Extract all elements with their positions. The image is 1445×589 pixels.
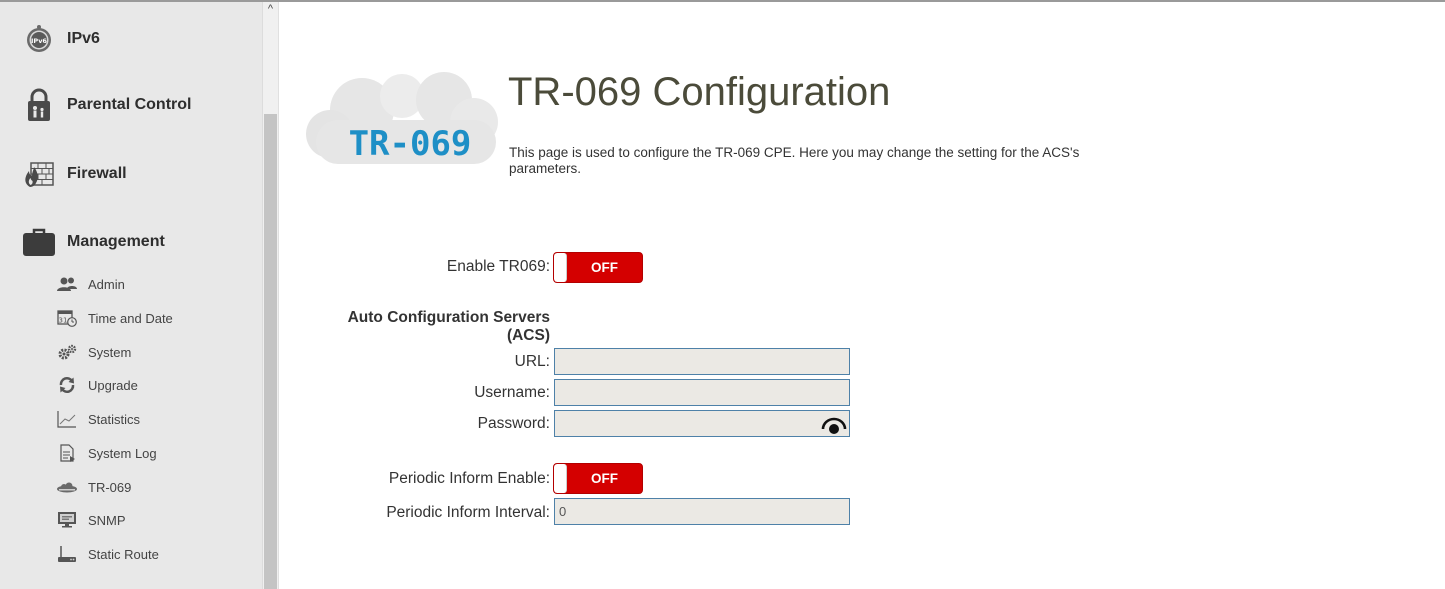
- sidebar-section-label: Firewall: [67, 165, 127, 182]
- sidebar-section-label: Parental Control: [67, 96, 192, 113]
- username-input[interactable]: [554, 379, 850, 406]
- sidebar-item-label: System: [88, 344, 132, 360]
- sidebar-item-time-and-date[interactable]: 31 Time and Date: [56, 307, 173, 329]
- toggle-knob: [554, 253, 567, 282]
- scroll-up-arrow-icon[interactable]: ^: [263, 2, 278, 16]
- svg-text:31: 31: [59, 317, 68, 325]
- toggle-knob: [554, 464, 567, 493]
- enable-tr069-label: Enable TR069:: [446, 258, 550, 275]
- users-icon: [56, 274, 78, 294]
- acs-heading-line1: Auto Configuration Servers: [347, 309, 550, 326]
- password-input[interactable]: [554, 410, 850, 437]
- sidebar-section-firewall[interactable]: Firewall: [22, 157, 127, 191]
- svg-text:IPv6: IPv6: [31, 37, 47, 45]
- tr-069-cloud-logo: TR-069: [306, 72, 498, 164]
- sidebar-section-parental-control[interactable]: Parental Control: [22, 88, 191, 122]
- periodic-inform-enable-label: Periodic Inform Enable:: [388, 470, 550, 487]
- sidebar-item-label: Statistics: [88, 411, 141, 427]
- password-label: Password:: [477, 415, 550, 432]
- sidebar-item-admin[interactable]: Admin: [56, 273, 125, 295]
- gears-icon: [56, 342, 78, 362]
- router-icon: [56, 544, 78, 564]
- enable-tr069-toggle[interactable]: OFF: [553, 252, 643, 283]
- line-chart-icon: [56, 409, 78, 429]
- toggle-state: OFF: [591, 471, 618, 486]
- sidebar-section-ipv6[interactable]: IPv6 IPv6: [22, 22, 100, 56]
- logo-text: TR-069: [349, 124, 472, 164]
- firewall-icon: [22, 157, 56, 191]
- sidebar-section-label: Management: [67, 233, 165, 250]
- cloud-icon: [56, 477, 78, 497]
- ipv6-globe-icon: IPv6: [22, 22, 56, 56]
- sidebar-item-static-route[interactable]: Static Route: [56, 543, 159, 565]
- sidebar-item-snmp[interactable]: SNMP: [56, 509, 126, 531]
- sidebar-item-system-log[interactable]: System Log: [56, 442, 157, 464]
- sidebar-item-label: TR-069: [88, 479, 132, 495]
- sidebar-item-upgrade[interactable]: Upgrade: [56, 374, 138, 396]
- sidebar-item-label: System Log: [88, 445, 157, 461]
- eye-icon[interactable]: [821, 414, 847, 434]
- sidebar-item-tr-069[interactable]: TR-069: [56, 476, 131, 498]
- sidebar-section-label: IPv6: [67, 30, 100, 47]
- sidebar-item-label: Upgrade: [88, 377, 138, 393]
- content-divider: [278, 2, 279, 589]
- periodic-inform-interval-label: Periodic Inform Interval:: [386, 504, 550, 521]
- sidebar-item-label: Time and Date: [88, 310, 173, 326]
- url-input[interactable]: [554, 348, 850, 375]
- sidebar-section-management[interactable]: Management: [22, 225, 165, 259]
- page-description: This page is used to configure the TR-06…: [509, 145, 1080, 176]
- username-label: Username:: [474, 384, 550, 401]
- acs-heading: Auto Configuration Servers (ACS): [300, 309, 550, 345]
- toggle-state: OFF: [591, 260, 618, 275]
- periodic-inform-enable-toggle[interactable]: OFF: [553, 463, 643, 494]
- calendar-clock-icon: 31: [56, 308, 78, 328]
- sidebar-item-statistics[interactable]: Statistics: [56, 408, 140, 430]
- sidebar-item-label: SNMP: [88, 512, 126, 528]
- sidebar: IPv6 IPv6 Parental Control Firewall Mana…: [0, 2, 262, 589]
- url-label: URL:: [514, 353, 550, 370]
- log-file-icon: [56, 443, 78, 463]
- sidebar-scrollbar[interactable]: ^: [262, 2, 278, 589]
- monitor-icon: [56, 510, 78, 530]
- sidebar-item-label: Static Route: [88, 546, 159, 562]
- sidebar-item-system[interactable]: System: [56, 341, 131, 363]
- sidebar-item-label: Admin: [88, 276, 125, 292]
- briefcase-icon: [22, 225, 56, 259]
- periodic-inform-interval-input[interactable]: [554, 498, 850, 525]
- lock-family-icon: [22, 88, 56, 122]
- acs-heading-line2: (ACS): [506, 327, 550, 344]
- refresh-icon: [56, 375, 78, 395]
- page-title: TR-069 Configuration: [508, 70, 891, 114]
